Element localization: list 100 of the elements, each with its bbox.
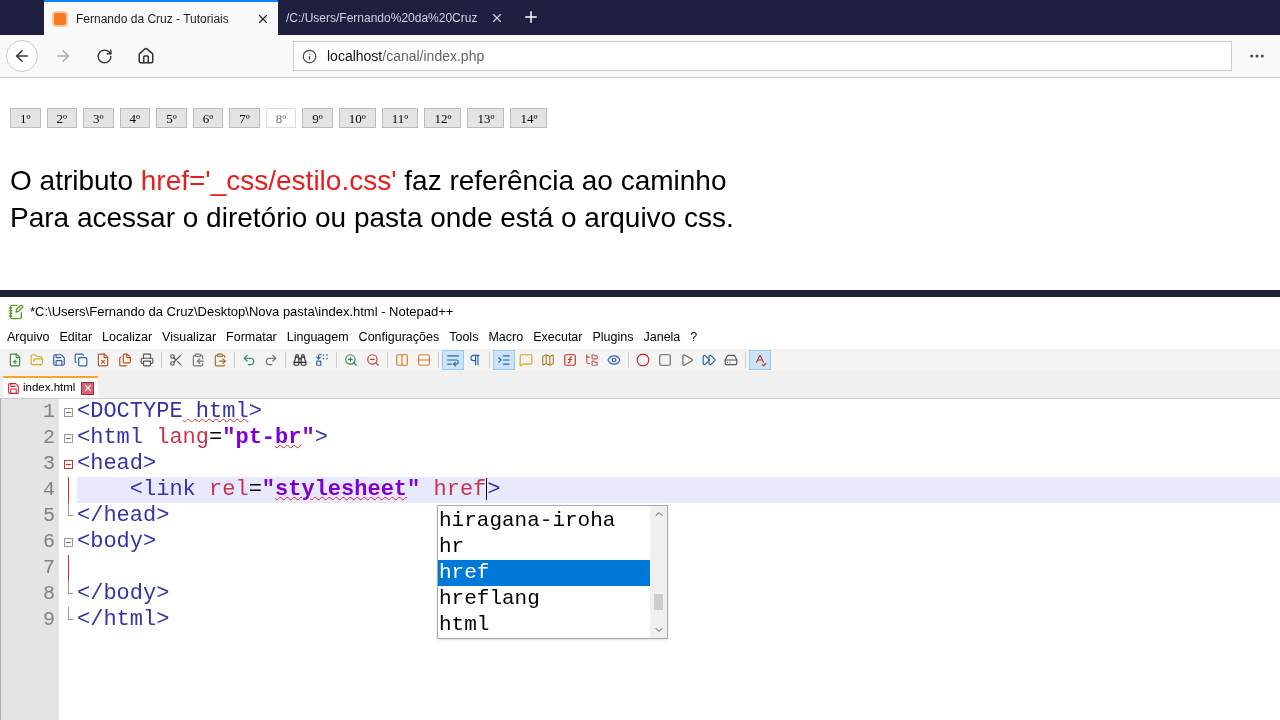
replace-icon xyxy=(315,353,329,367)
code-line: <body> xyxy=(77,529,157,555)
undo-icon xyxy=(242,353,256,367)
fold-marker-icon[interactable] xyxy=(63,407,73,417)
code-line: <link rel="stylesheet" href> xyxy=(128,477,501,503)
lesson-button[interactable]: 1º xyxy=(10,108,41,128)
suggestion-item[interactable]: hr xyxy=(438,534,650,560)
close-all-icon xyxy=(118,353,132,367)
line-number: 5 xyxy=(42,503,56,529)
code-line: </head> xyxy=(77,503,170,529)
lesson-button[interactable]: 2º xyxy=(46,108,78,128)
menu-item[interactable]: ? xyxy=(685,328,703,347)
lesson-button[interactable]: 5º xyxy=(156,108,187,128)
menu-item[interactable]: Linguagem xyxy=(281,328,354,347)
folder-tree-icon xyxy=(585,353,599,367)
line-number: 4 xyxy=(42,477,56,503)
line-number: 1 xyxy=(42,399,56,425)
lesson-button[interactable]: 7º xyxy=(229,108,260,128)
indent-icon xyxy=(497,353,511,367)
record-icon xyxy=(636,353,650,367)
code-line: </html> xyxy=(77,607,170,633)
fold-marker-icon[interactable] xyxy=(63,459,73,469)
split-vertical-icon xyxy=(395,353,409,367)
address-bar[interactable]: localhost/canal/index.php xyxy=(293,41,1232,71)
menu-item[interactable]: Visualizar xyxy=(157,328,222,347)
lesson-button[interactable]: 6º xyxy=(192,108,224,128)
lesson-button[interactable]: 9º xyxy=(302,108,333,128)
suggestion-item[interactable]: href xyxy=(438,560,650,586)
split-horizontal-icon xyxy=(417,353,431,367)
menu-item[interactable]: Localizar xyxy=(97,328,158,347)
redo-icon xyxy=(264,353,278,367)
line-number: 8 xyxy=(42,581,56,607)
zoom-out-icon xyxy=(366,353,380,367)
browser-tab[interactable]: Fernando da Cruz - Tutoriais xyxy=(44,0,278,35)
menu-item[interactable]: Plugins xyxy=(587,328,639,347)
lesson-button[interactable]: 8º xyxy=(265,108,297,128)
close-tab-icon[interactable] xyxy=(81,381,95,395)
save-all-icon xyxy=(74,353,88,367)
code-line: <DOCTYPE html> xyxy=(77,399,262,425)
lesson-button[interactable]: 4º xyxy=(119,108,151,128)
eye-icon xyxy=(607,353,621,367)
file-tab[interactable]: index.html xyxy=(3,376,99,398)
play-icon xyxy=(680,353,694,367)
suggestion-item[interactable]: hiragana-iroha xyxy=(438,508,650,534)
scrollbar-thumb[interactable] xyxy=(654,594,663,610)
zoom-in-icon xyxy=(344,353,358,367)
menu-item[interactable]: Tools xyxy=(444,328,484,347)
fold-marker-icon[interactable] xyxy=(63,433,73,443)
drive-icon xyxy=(724,353,738,367)
close-file-icon xyxy=(96,353,110,367)
scrollbar[interactable] xyxy=(650,506,667,638)
line-number: 7 xyxy=(42,555,56,581)
new-tab-icon[interactable] xyxy=(522,8,540,26)
spell-check-icon xyxy=(753,353,767,367)
pilcrow-icon xyxy=(468,353,482,367)
menu-item[interactable]: Arquivo xyxy=(2,328,55,347)
lesson-button[interactable]: 14º xyxy=(510,108,548,128)
wrap-text-icon xyxy=(446,353,460,367)
lesson-button[interactable]: 11º xyxy=(381,108,419,128)
stop-icon xyxy=(658,353,672,367)
menu-item[interactable]: Executar xyxy=(528,328,588,347)
suggestion-item[interactable]: hreflang xyxy=(438,586,650,612)
browser-tab[interactable]: /C:/Users/Fernando%20da%20Cruz xyxy=(278,0,512,35)
new-file-icon xyxy=(8,353,22,367)
notepad-icon xyxy=(8,303,24,320)
menu-item[interactable]: Janela xyxy=(638,328,686,347)
menu-item[interactable]: Macro xyxy=(483,328,529,347)
lesson-button[interactable]: 12º xyxy=(424,108,462,128)
function-icon xyxy=(563,353,577,367)
spell-check-button[interactable] xyxy=(749,350,771,370)
tab-title: Fernando da Cruz - Tutoriais xyxy=(76,10,230,28)
line-number: 3 xyxy=(42,451,56,477)
speech-bubble-icon xyxy=(519,353,533,367)
cut-icon xyxy=(169,353,183,367)
explanation-text: Para acessar o diretório ou pasta onde está o arquivo css. xyxy=(10,201,734,235)
wrap-text-button[interactable] xyxy=(442,350,464,370)
copy-icon xyxy=(191,353,205,367)
back-icon xyxy=(13,47,31,65)
menu-item[interactable]: Configurações xyxy=(353,328,445,347)
forward-icon[interactable] xyxy=(54,47,72,65)
code-line: <html lang="pt-br"> xyxy=(77,425,328,451)
reload-icon[interactable] xyxy=(96,47,113,65)
indent-button[interactable] xyxy=(493,350,515,370)
lesson-button[interactable]: 13º xyxy=(467,108,505,128)
home-icon[interactable] xyxy=(137,47,155,65)
explanation-text: O atributo href='_css/estilo.css' faz referência ao caminho xyxy=(10,164,727,198)
menu-item[interactable]: Formatar xyxy=(221,328,282,347)
menu-item[interactable]: Editar xyxy=(54,328,98,347)
line-number: 9 xyxy=(42,607,56,633)
fold-marker-icon[interactable] xyxy=(63,537,73,547)
paste-icon xyxy=(213,353,227,367)
info-icon xyxy=(302,48,317,64)
lesson-button[interactable]: 10º xyxy=(338,108,376,128)
lesson-button[interactable]: 3º xyxy=(83,108,114,128)
suggestion-item[interactable]: html xyxy=(438,612,650,638)
back-button[interactable] xyxy=(6,40,38,72)
print-icon xyxy=(140,353,154,367)
tab-title: /C:/Users/Fernando%20da%20Cruz xyxy=(286,9,479,27)
file-tab-label: index.html xyxy=(23,380,76,396)
save-icon xyxy=(52,353,66,367)
